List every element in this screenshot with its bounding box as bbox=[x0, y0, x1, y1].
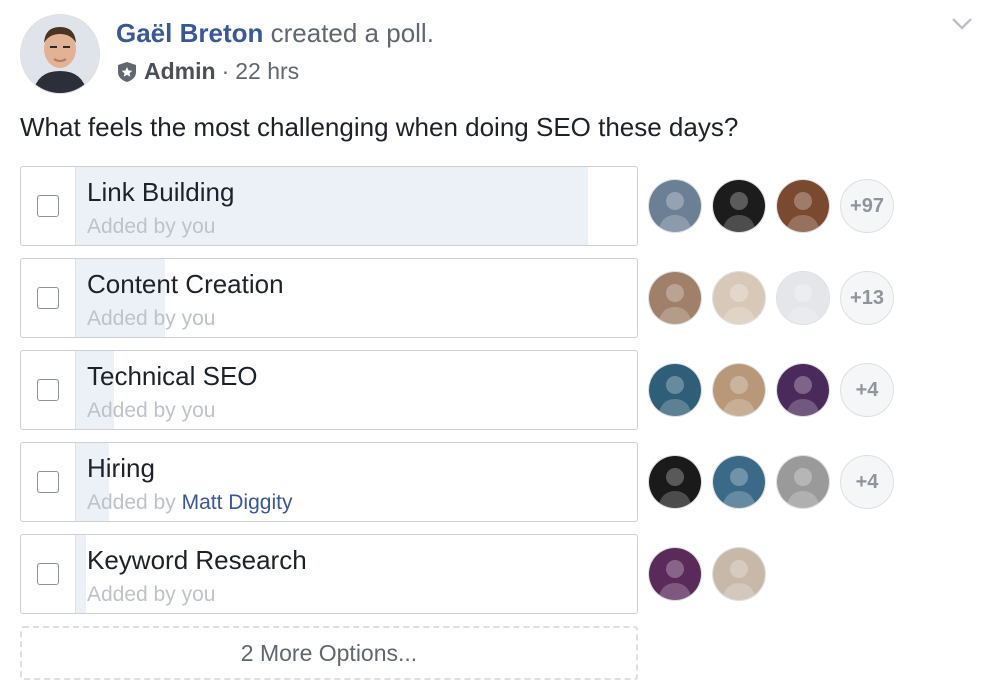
poll-option[interactable]: Content Creation Added by you bbox=[20, 258, 638, 338]
admin-badge-label: Admin bbox=[144, 58, 216, 84]
poll-option-label: Hiring bbox=[87, 453, 155, 483]
poll-option-checkbox[interactable] bbox=[37, 195, 59, 217]
voter-avatars: +4 bbox=[648, 454, 894, 510]
more-voters-count[interactable]: +4 bbox=[840, 455, 894, 509]
post-header: Gaël Breton created a poll. bbox=[116, 18, 434, 49]
voter-avatar[interactable] bbox=[776, 455, 830, 509]
voter-avatar[interactable] bbox=[776, 363, 830, 417]
voter-avatar[interactable] bbox=[776, 179, 830, 233]
checkbox-column bbox=[21, 443, 76, 521]
more-voters-count[interactable]: +97 bbox=[840, 179, 894, 233]
added-by-prefix: Added by bbox=[87, 215, 182, 238]
more-voters-count[interactable]: +4 bbox=[840, 363, 894, 417]
added-by-user: you bbox=[181, 583, 216, 606]
voter-avatars bbox=[648, 546, 776, 602]
poll-question: What feels the most challenging when doi… bbox=[20, 112, 739, 142]
added-by-text: Added by Matt Diggity bbox=[87, 491, 292, 515]
checkbox-column bbox=[21, 259, 76, 337]
voter-avatar[interactable] bbox=[648, 547, 702, 601]
author-avatar[interactable] bbox=[20, 14, 100, 94]
added-by-user: you bbox=[181, 399, 216, 422]
more-voters-count[interactable]: +13 bbox=[840, 271, 894, 325]
checkbox-column bbox=[21, 351, 76, 429]
poll-option-checkbox[interactable] bbox=[37, 471, 59, 493]
poll-option-label: Link Building bbox=[87, 177, 235, 207]
vote-share-bar bbox=[75, 535, 86, 613]
author-name-link[interactable]: Gaël Breton bbox=[116, 18, 263, 48]
shield-icon bbox=[118, 61, 136, 82]
added-by-prefix: Added by bbox=[87, 399, 182, 422]
added-by-text: Added by you bbox=[87, 215, 215, 239]
poll-option-checkbox[interactable] bbox=[37, 287, 59, 309]
voter-avatar[interactable] bbox=[712, 455, 766, 509]
added-by-prefix: Added by bbox=[87, 583, 182, 606]
added-by-prefix: Added by bbox=[87, 491, 182, 514]
added-by-text: Added by you bbox=[87, 399, 215, 423]
checkbox-column bbox=[21, 535, 76, 613]
poll-option-label: Technical SEO bbox=[87, 361, 258, 391]
poll-option-label: Keyword Research bbox=[87, 545, 307, 575]
post-meta: Admin · 22 hrs bbox=[116, 58, 299, 85]
post-action-text: created a poll. bbox=[270, 18, 434, 48]
voter-avatar[interactable] bbox=[648, 363, 702, 417]
poll-option[interactable]: Link Building Added by you bbox=[20, 166, 638, 246]
added-by-text: Added by you bbox=[87, 583, 215, 607]
voter-avatar[interactable] bbox=[712, 547, 766, 601]
meta-separator: · bbox=[221, 58, 230, 84]
voter-avatars: +13 bbox=[648, 270, 894, 326]
added-by-user-link[interactable]: Matt Diggity bbox=[182, 491, 293, 514]
added-by-user: you bbox=[181, 215, 216, 238]
poll-option[interactable]: Technical SEO Added by you bbox=[20, 350, 638, 430]
voter-avatar[interactable] bbox=[776, 271, 830, 325]
poll-option-checkbox[interactable] bbox=[37, 563, 59, 585]
post-timestamp[interactable]: 22 hrs bbox=[235, 58, 299, 85]
poll-option-label: Content Creation bbox=[87, 269, 284, 299]
voter-avatar[interactable] bbox=[648, 271, 702, 325]
poll-option-checkbox[interactable] bbox=[37, 379, 59, 401]
voter-avatar[interactable] bbox=[712, 363, 766, 417]
voter-avatar[interactable] bbox=[648, 179, 702, 233]
added-by-text: Added by you bbox=[87, 307, 215, 331]
voter-avatar[interactable] bbox=[648, 455, 702, 509]
chevron-down-icon[interactable] bbox=[950, 14, 974, 34]
voter-avatar[interactable] bbox=[712, 179, 766, 233]
added-by-user: you bbox=[181, 307, 216, 330]
checkbox-column bbox=[21, 167, 76, 245]
added-by-prefix: Added by bbox=[87, 307, 182, 330]
voter-avatars: +97 bbox=[648, 178, 894, 234]
voter-avatars: +4 bbox=[648, 362, 894, 418]
voter-avatar[interactable] bbox=[712, 271, 766, 325]
more-options-button[interactable]: 2 More Options... bbox=[20, 626, 638, 680]
poll-option[interactable]: Hiring Added by Matt Diggity bbox=[20, 442, 638, 522]
poll-option[interactable]: Keyword Research Added by you bbox=[20, 534, 638, 614]
